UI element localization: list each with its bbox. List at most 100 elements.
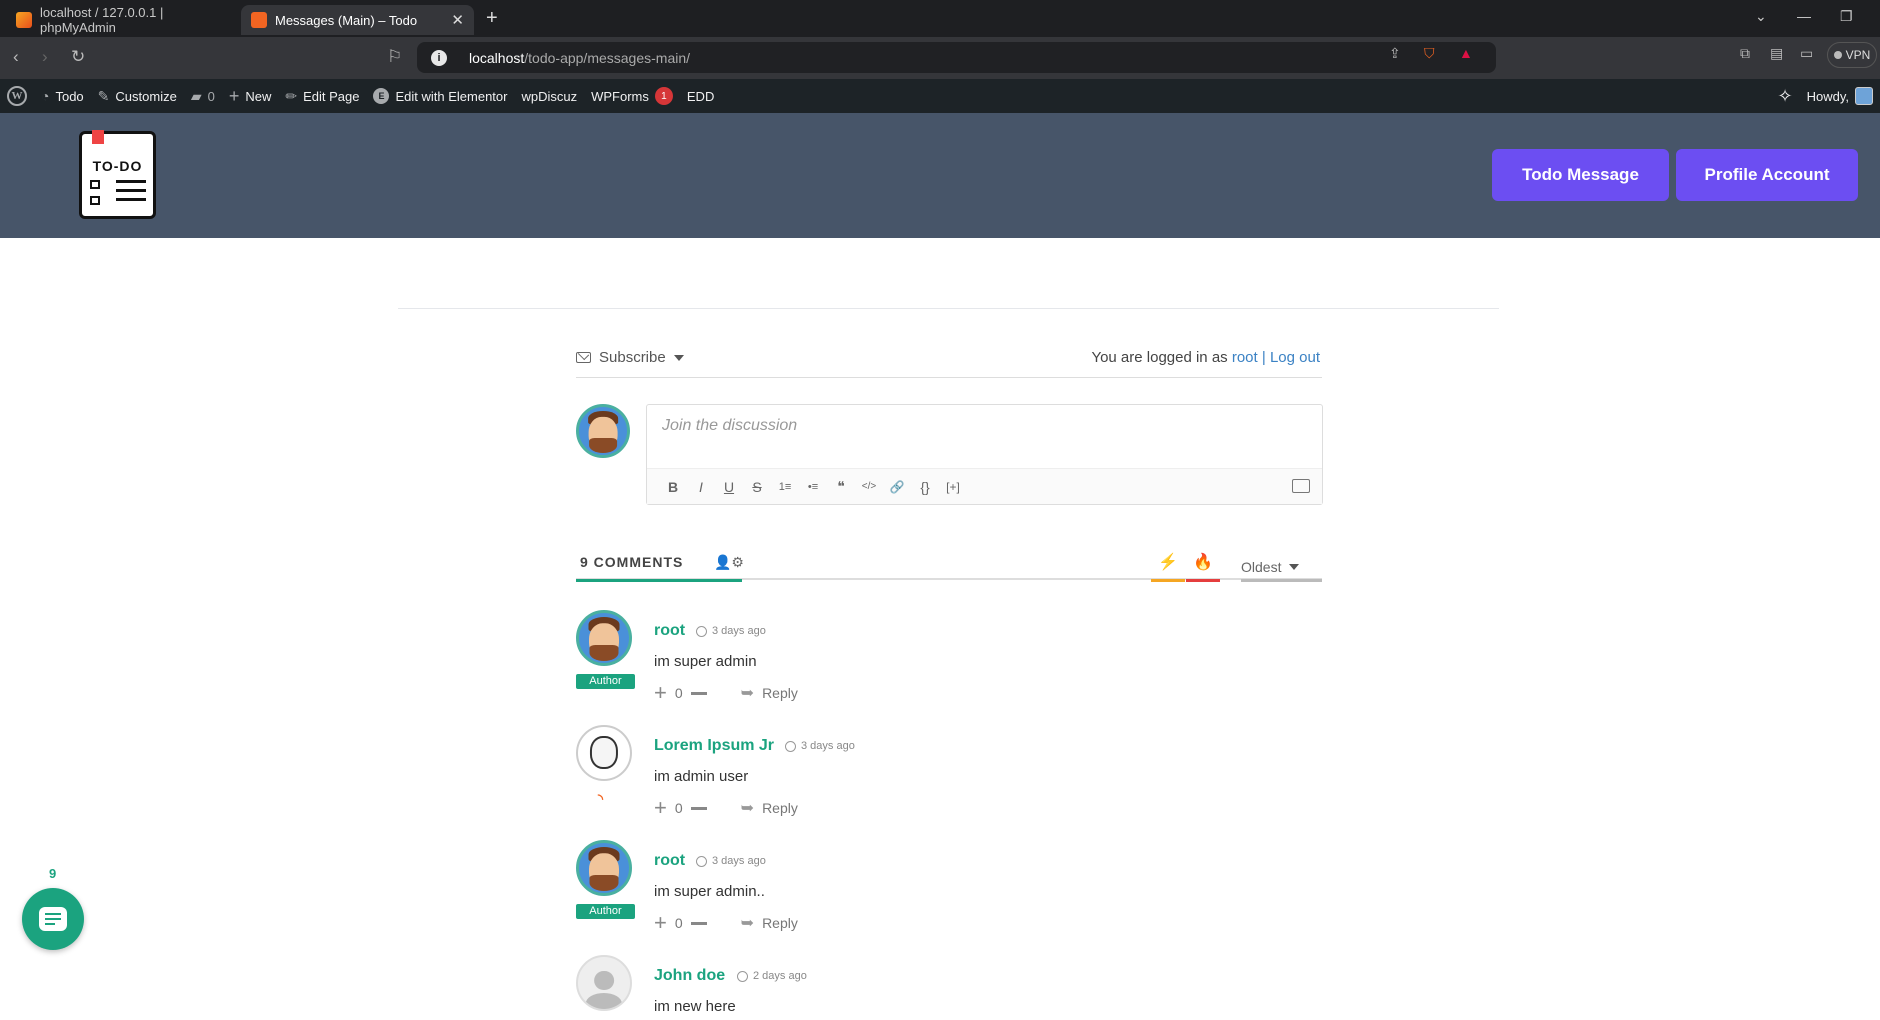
reply-button[interactable]: Reply	[762, 915, 798, 931]
bold-button[interactable]: B	[659, 479, 687, 495]
reply-button[interactable]: Reply	[762, 800, 798, 816]
todo-logo[interactable]: TO-DO	[79, 130, 156, 219]
comment-editor[interactable]: Join the discussion B I U S 1≡ •≡ ❝ </> …	[646, 404, 1323, 505]
comment-author[interactable]: Lorem Ipsum Jr	[654, 737, 774, 755]
todo-message-button[interactable]: Todo Message	[1492, 149, 1669, 201]
elementor-link[interactable]: E Edit with Elementor	[366, 79, 514, 113]
url-host: localhost	[469, 49, 525, 66]
downvote-icon[interactable]	[690, 921, 707, 925]
link-button[interactable]: 🔗	[883, 480, 911, 494]
chat-icon	[39, 907, 67, 931]
subscribe-dropdown[interactable]: Subscribe	[576, 349, 684, 366]
bullet-list-button[interactable]: •≡	[799, 481, 827, 493]
subscribe-bar: Subscribe You are logged in as root | Lo…	[576, 347, 1322, 378]
tab-messages-main[interactable]: Messages (Main) – Todo ✕	[241, 5, 474, 35]
new-tab-icon[interactable]: +	[486, 7, 498, 30]
downvote-icon[interactable]	[690, 806, 707, 810]
comment-time: 2 days ago	[737, 970, 807, 982]
howdy-label: Howdy,	[1806, 88, 1849, 104]
restore-icon[interactable]: ❐	[1840, 8, 1853, 25]
time-label: 3 days ago	[801, 740, 855, 752]
sparkle-icon: ✧	[1777, 85, 1793, 106]
reply-icon: ➥	[740, 915, 755, 932]
site-name-menu[interactable]: ◔ Todo	[34, 79, 91, 113]
url-path: /todo-app/messages-main/	[524, 49, 691, 66]
edit-page-link[interactable]: ✏ Edit Page	[278, 79, 366, 113]
comment-item: Author root 3 days ago im super admin.. …	[576, 840, 1322, 950]
italic-button[interactable]: I	[687, 479, 715, 495]
comment-author[interactable]: root	[654, 852, 685, 870]
wallet-icon[interactable]: ▭	[1800, 45, 1813, 62]
reload-icon[interactable]: ↻	[71, 47, 85, 67]
upvote-icon[interactable]: +	[654, 797, 667, 819]
logo-text: TO-DO	[92, 158, 143, 174]
site-info-icon[interactable]: i	[431, 49, 447, 66]
sort-label: Oldest	[1241, 558, 1282, 575]
minimize-icon[interactable]: —	[1797, 8, 1811, 24]
sort-newest-icon[interactable]: ⚡	[1151, 552, 1185, 582]
wpdiscuz-menu[interactable]: wpDiscuz	[514, 79, 584, 113]
code-button[interactable]: </>	[855, 481, 883, 492]
comments-bubble-button[interactable]	[22, 888, 84, 950]
sort-dropdown[interactable]: Oldest	[1241, 554, 1322, 582]
todo-favicon-icon	[251, 12, 267, 28]
wpforms-menu[interactable]: WPForms 1	[584, 79, 680, 113]
image-upload-icon[interactable]	[1292, 479, 1310, 493]
comment-icon: ▰	[190, 87, 202, 104]
subscribe-label: Subscribe	[599, 349, 666, 366]
comment-author[interactable]: root	[654, 622, 685, 640]
upvote-icon[interactable]: +	[654, 682, 667, 704]
reply-icon: ➥	[740, 800, 755, 817]
customize-link[interactable]: ✎ Customize	[91, 79, 184, 113]
wordpress-icon: W	[7, 86, 27, 106]
downvote-icon[interactable]	[690, 691, 707, 695]
blockquote-button[interactable]: ❝	[827, 478, 855, 495]
strike-button[interactable]: S	[743, 479, 771, 495]
extensions-icon[interactable]: ⧉	[1740, 45, 1750, 62]
profile-account-button[interactable]: Profile Account	[1676, 149, 1858, 201]
close-tab-icon[interactable]: ✕	[451, 11, 464, 29]
my-account-menu[interactable]: Howdy,	[1800, 79, 1880, 113]
tab-search-chevron-icon[interactable]: ⌄	[1755, 8, 1767, 25]
wp-logo-menu[interactable]: W	[0, 79, 34, 113]
user-settings-icon[interactable]: 👤⚙	[714, 554, 744, 571]
browser-tab-strip: localhost / 127.0.0.1 | phpMyAdmin Messa…	[0, 0, 1880, 37]
bubble-count: 9	[49, 866, 57, 881]
checkbox-icon	[90, 196, 100, 205]
vpn-button[interactable]: VPN	[1827, 42, 1877, 68]
comment-item: Author root 3 days ago im super admin + …	[576, 610, 1322, 720]
ordered-list-button[interactable]: 1≡	[771, 481, 799, 493]
user-avatar	[1855, 87, 1873, 105]
sort-hottest-icon[interactable]: 🔥	[1186, 552, 1220, 582]
vote-count: 0	[674, 800, 683, 816]
edd-menu[interactable]: EDD	[680, 79, 721, 113]
author-badge: Author	[576, 904, 635, 919]
profile-link[interactable]: root	[1232, 349, 1258, 366]
back-icon[interactable]: ‹	[13, 47, 19, 67]
url-input[interactable]: i localhost/todo-app/messages-main/	[417, 42, 1496, 73]
ai-assistant-button[interactable]: ✧	[1771, 79, 1800, 113]
underline-button[interactable]: U	[715, 479, 743, 495]
wp-admin-bar: W ◔ Todo ✎ Customize ▰ 0 + New ✏ Edit Page EE…	[0, 79, 1880, 113]
brave-shield-icon[interactable]: ⛉	[1424, 45, 1435, 62]
comment-avatar	[576, 955, 632, 1011]
tab-phpmyadmin[interactable]: localhost / 127.0.0.1 | phpMyAdmin	[6, 5, 238, 35]
comment-item: ◝ Lorem Ipsum Jr 3 days ago im admin use…	[576, 725, 1322, 835]
upvote-icon[interactable]: +	[654, 912, 667, 934]
brave-rewards-icon[interactable]: ▲	[1459, 45, 1473, 61]
clock-icon	[785, 740, 796, 752]
logout-link[interactable]: Log out	[1270, 349, 1320, 366]
comments-link[interactable]: ▰ 0	[184, 79, 222, 113]
new-content-menu[interactable]: + New	[222, 79, 279, 113]
forward-icon[interactable]: ›	[42, 47, 48, 67]
bookmark-icon[interactable]: ⚐	[387, 47, 402, 67]
source-code-button[interactable]: {}	[911, 479, 939, 495]
reply-button[interactable]: Reply	[762, 685, 798, 701]
share-icon[interactable]: ⇪	[1389, 45, 1401, 62]
edit-page-label: Edit Page	[303, 88, 360, 104]
reply-icon: ➥	[740, 685, 755, 702]
sidebar-icon[interactable]: ▤	[1770, 45, 1783, 62]
spoiler-button[interactable]: [+]	[939, 480, 967, 494]
rss-icon: ◝	[598, 791, 604, 806]
comment-author[interactable]: John doe	[654, 967, 725, 985]
